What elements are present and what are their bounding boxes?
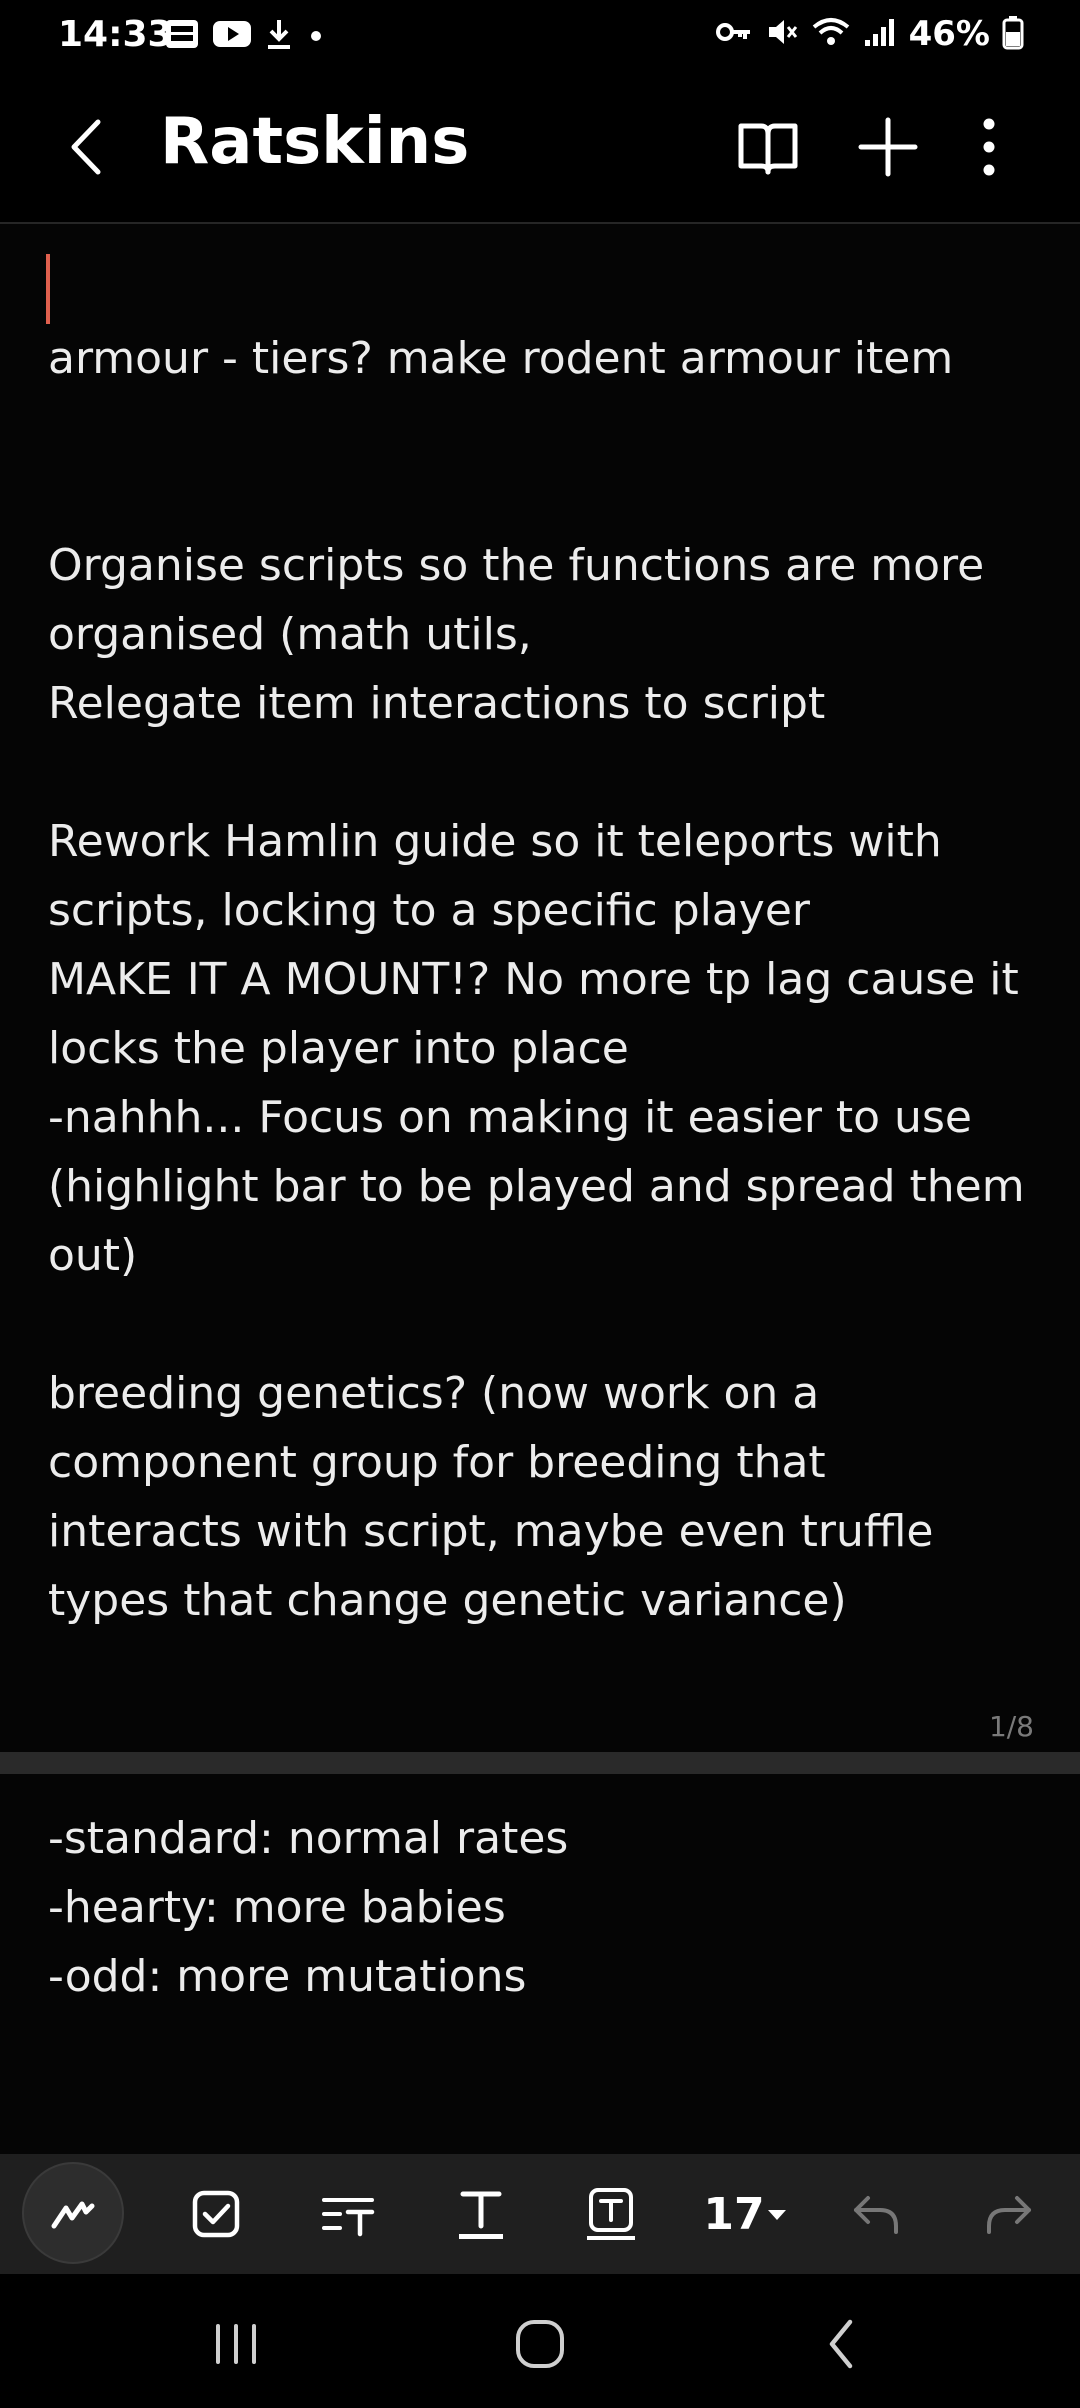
system-back-button[interactable] xyxy=(802,2304,882,2384)
undo-icon xyxy=(854,2196,898,2234)
note-line[interactable]: armour - tiers? make rodent armour item xyxy=(48,324,953,393)
recents-icon xyxy=(216,2324,256,2364)
editing-toolbar: 17 xyxy=(0,2154,1080,2274)
pen-icon xyxy=(51,2201,95,2229)
recent-apps-button[interactable] xyxy=(196,2304,276,2384)
navigation-bar xyxy=(0,2274,1080,2408)
text-box-button[interactable] xyxy=(565,2168,657,2260)
redo-button[interactable] xyxy=(963,2168,1055,2260)
text-cursor xyxy=(46,254,50,324)
checkbox-button[interactable] xyxy=(170,2168,262,2260)
download-icon xyxy=(264,16,294,56)
font-size-selector[interactable]: 17 xyxy=(696,2168,796,2260)
note-line[interactable]: Relegate item interactions to script xyxy=(48,669,825,738)
webtoon-icon xyxy=(164,16,200,56)
battery-percent: 46% xyxy=(908,14,990,54)
note-line[interactable]: component group for breeding that xyxy=(48,1428,826,1497)
status-bar: 14:33 46% xyxy=(0,0,1080,72)
note-line[interactable]: breeding genetics? (now work on a xyxy=(48,1359,819,1428)
chevron-left-icon xyxy=(71,119,101,175)
status-icons-left xyxy=(164,16,326,56)
more-options-button[interactable] xyxy=(954,112,1024,182)
reading-mode-button[interactable] xyxy=(733,112,803,182)
more-vert-icon xyxy=(983,118,995,176)
battery-icon xyxy=(1002,14,1024,54)
page-indicator: 1/8 xyxy=(988,1710,1034,1743)
back-icon xyxy=(829,2319,853,2369)
youtube-icon xyxy=(212,19,252,53)
note-line[interactable]: -odd: more mutations xyxy=(48,1942,526,2011)
note-line[interactable]: -standard: normal rates xyxy=(48,1804,568,1873)
paragraph-style-button[interactable] xyxy=(302,2168,394,2260)
note-line[interactable]: -hearty: more babies xyxy=(48,1873,506,1942)
page-separator xyxy=(0,1752,1080,1774)
mute-icon xyxy=(765,15,799,53)
signal-icon xyxy=(863,16,897,52)
book-icon xyxy=(738,123,798,175)
home-icon xyxy=(516,2320,564,2368)
redo-icon xyxy=(987,2196,1031,2234)
note-line[interactable]: Organise scripts so the functions are mo… xyxy=(48,531,984,600)
note-line[interactable]: scripts, locking to a specific player xyxy=(48,876,810,945)
status-time: 14:33 xyxy=(58,14,173,55)
paragraph-style-icon xyxy=(322,2198,375,2237)
back-button[interactable] xyxy=(62,114,112,180)
plus-icon xyxy=(858,117,918,177)
text-style-icon xyxy=(459,2191,503,2239)
note-line[interactable]: Rework Hamlin guide so it teleports with xyxy=(48,807,942,876)
add-button[interactable] xyxy=(853,112,923,182)
note-line[interactable]: (highlight bar to be played and spread t… xyxy=(48,1152,1025,1221)
pen-button[interactable] xyxy=(22,2162,124,2264)
text-box-icon xyxy=(587,2188,635,2240)
note-line[interactable]: locks the player into place xyxy=(48,1014,629,1083)
note-line[interactable]: interacts with script, maybe even truffl… xyxy=(48,1497,934,1566)
app-bar: Ratskins xyxy=(0,72,1080,222)
font-size-value: 17 xyxy=(703,2188,765,2240)
note-line[interactable]: organised (math utils, xyxy=(48,600,532,669)
note-line[interactable]: -nahhh... Focus on making it easier to u… xyxy=(48,1083,972,1152)
key-icon xyxy=(715,17,753,51)
note-title: Ratskins xyxy=(160,105,470,179)
checkbox-icon xyxy=(192,2190,240,2238)
dot-icon xyxy=(306,24,326,48)
note-line[interactable]: types that change genetic variance) xyxy=(48,1566,847,1635)
text-style-button[interactable] xyxy=(435,2168,527,2260)
undo-button[interactable] xyxy=(830,2168,922,2260)
note-line[interactable]: MAKE IT A MOUNT!? No more tp lag cause i… xyxy=(48,945,1019,1014)
caret-down-icon xyxy=(767,2210,786,2220)
status-icons-right: 46% xyxy=(715,14,1024,54)
note-page-1[interactable]: armour - tiers? make rodent armour item … xyxy=(0,224,1080,1752)
note-page-2[interactable]: -standard: normal rates -hearty: more ba… xyxy=(0,1774,1080,2154)
wifi-icon xyxy=(811,15,851,53)
home-button[interactable] xyxy=(500,2304,580,2384)
note-line[interactable]: out) xyxy=(48,1221,137,1290)
